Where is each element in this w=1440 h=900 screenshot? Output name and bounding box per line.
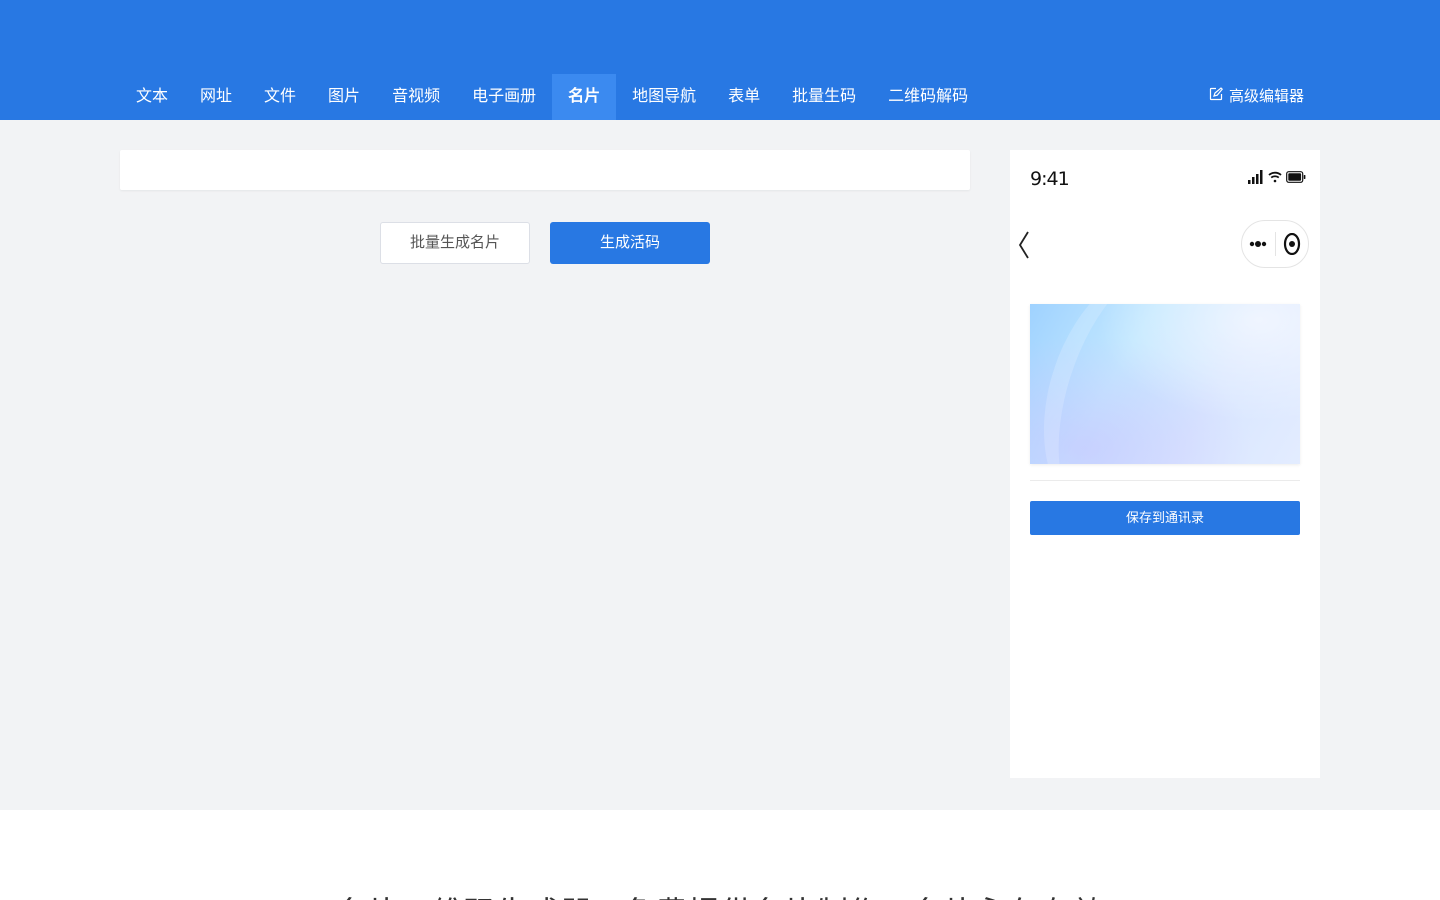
- nav-item-text[interactable]: 文本: [120, 74, 184, 120]
- wifi-icon: [1268, 170, 1282, 189]
- nav-item-url[interactable]: 网址: [184, 74, 248, 120]
- back-chevron-icon[interactable]: [1018, 230, 1030, 265]
- footer-section: 名片二维码生成器，免费提供名片制作，名片永久有效: [0, 810, 1440, 900]
- advanced-editor-label: 高级编辑器: [1228, 88, 1304, 105]
- nav-item-batch-generate[interactable]: 批量生码: [776, 74, 872, 120]
- nav-item-form[interactable]: 表单: [712, 74, 776, 120]
- top-header: 文本 网址 文件 图片 音视频 电子画册 名片 地图导航 表单 批量生码 二维码…: [0, 0, 1440, 120]
- business-card-cover-image: [1030, 304, 1300, 464]
- footer-title: 名片二维码生成器，免费提供名片制作，名片永久有效: [0, 888, 1440, 900]
- edit-icon: [1209, 74, 1229, 120]
- batch-generate-cards-button[interactable]: 批量生成名片: [380, 222, 530, 264]
- status-time: 9:41: [1030, 168, 1070, 190]
- nav-item-e-album[interactable]: 电子画册: [456, 74, 552, 120]
- status-icons: [1248, 170, 1306, 189]
- category-nav: 文本 网址 文件 图片 音视频 电子画册 名片 地图导航 表单 批量生码 二维码…: [120, 74, 984, 120]
- nav-item-business-card[interactable]: 名片: [552, 74, 617, 120]
- advanced-editor-link[interactable]: 高级编辑器: [1209, 74, 1304, 120]
- nav-item-map-navigation[interactable]: 地图导航: [616, 74, 712, 120]
- nav-item-image[interactable]: 图片: [312, 74, 376, 120]
- preview-divider: [1030, 480, 1300, 481]
- nav-item-qr-decode[interactable]: 二维码解码: [872, 74, 984, 120]
- cover-wave-decoration: [1030, 304, 1247, 464]
- close-target-icon[interactable]: [1276, 221, 1309, 267]
- save-to-contacts-button[interactable]: 保存到通讯录: [1030, 501, 1300, 535]
- battery-icon: [1286, 170, 1306, 189]
- mini-program-capsule: [1241, 220, 1309, 268]
- nav-item-file[interactable]: 文件: [248, 74, 312, 120]
- card-info-input-bar[interactable]: [120, 150, 970, 190]
- generate-live-code-button[interactable]: 生成活码: [550, 222, 710, 264]
- phone-preview: 9:41 保存到通讯录: [1010, 150, 1320, 778]
- more-dots-icon[interactable]: [1242, 221, 1275, 267]
- signal-icon: [1248, 170, 1264, 189]
- nav-item-audio-video[interactable]: 音视频: [376, 74, 456, 120]
